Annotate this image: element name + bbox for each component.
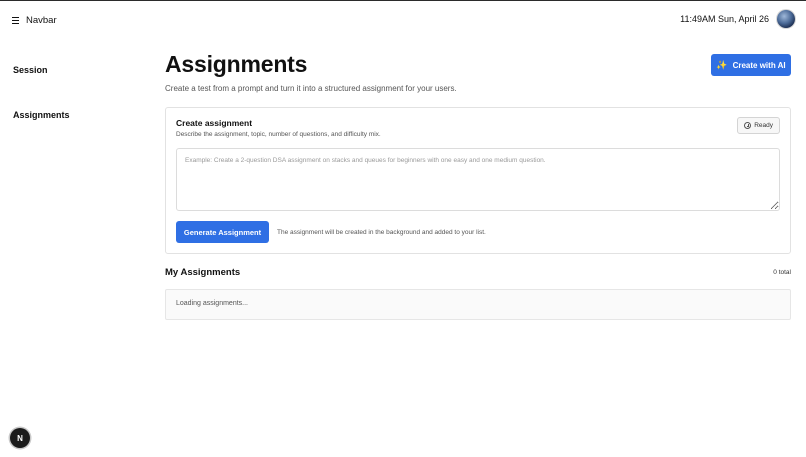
create-assignment-card: Create assignment Describe the assignmen… — [165, 107, 791, 254]
navbar-left: Navbar — [12, 15, 57, 26]
assignments-total: 0 total — [773, 269, 791, 276]
create-with-ai-label: Create with AI — [732, 60, 786, 70]
sparkle-icon: ✨ — [716, 59, 728, 70]
card-title: Create assignment — [176, 118, 253, 128]
navbar-title: Navbar — [26, 15, 57, 26]
status-badge-label: Ready — [754, 122, 773, 129]
create-with-ai-button[interactable]: ✨ Create with AI — [711, 54, 791, 76]
menu-icon[interactable] — [12, 17, 19, 25]
status-badge: Ready — [737, 117, 780, 134]
generate-note: The assignment will be created in the ba… — [277, 229, 486, 236]
page-subtitle: Create a test from a prompt and turn it … — [165, 84, 457, 93]
clock-text: 11:49AM Sun, April 26 — [680, 14, 769, 24]
card-description: Describe the assignment, topic, number o… — [176, 131, 381, 138]
page-title: Assignments — [165, 51, 308, 77]
assignment-prompt-input[interactable] — [176, 148, 780, 211]
sidebar-item-session[interactable]: Session — [13, 65, 48, 75]
generate-assignment-button[interactable]: Generate Assignment — [176, 221, 269, 243]
clock-circle-icon — [744, 122, 752, 129]
my-assignments-title: My Assignments — [165, 267, 241, 278]
sidebar-item-assignments[interactable]: Assignments — [13, 110, 70, 120]
assignments-list: Loading assignments... — [165, 289, 791, 320]
navbar: Navbar 11:49AM Sun, April 26 — [0, 1, 806, 41]
navbar-right: 11:49AM Sun, April 26 — [680, 10, 795, 28]
avatar[interactable] — [777, 10, 795, 28]
loading-text: Loading assignments... — [176, 300, 248, 307]
nextjs-badge[interactable]: N — [10, 428, 30, 448]
